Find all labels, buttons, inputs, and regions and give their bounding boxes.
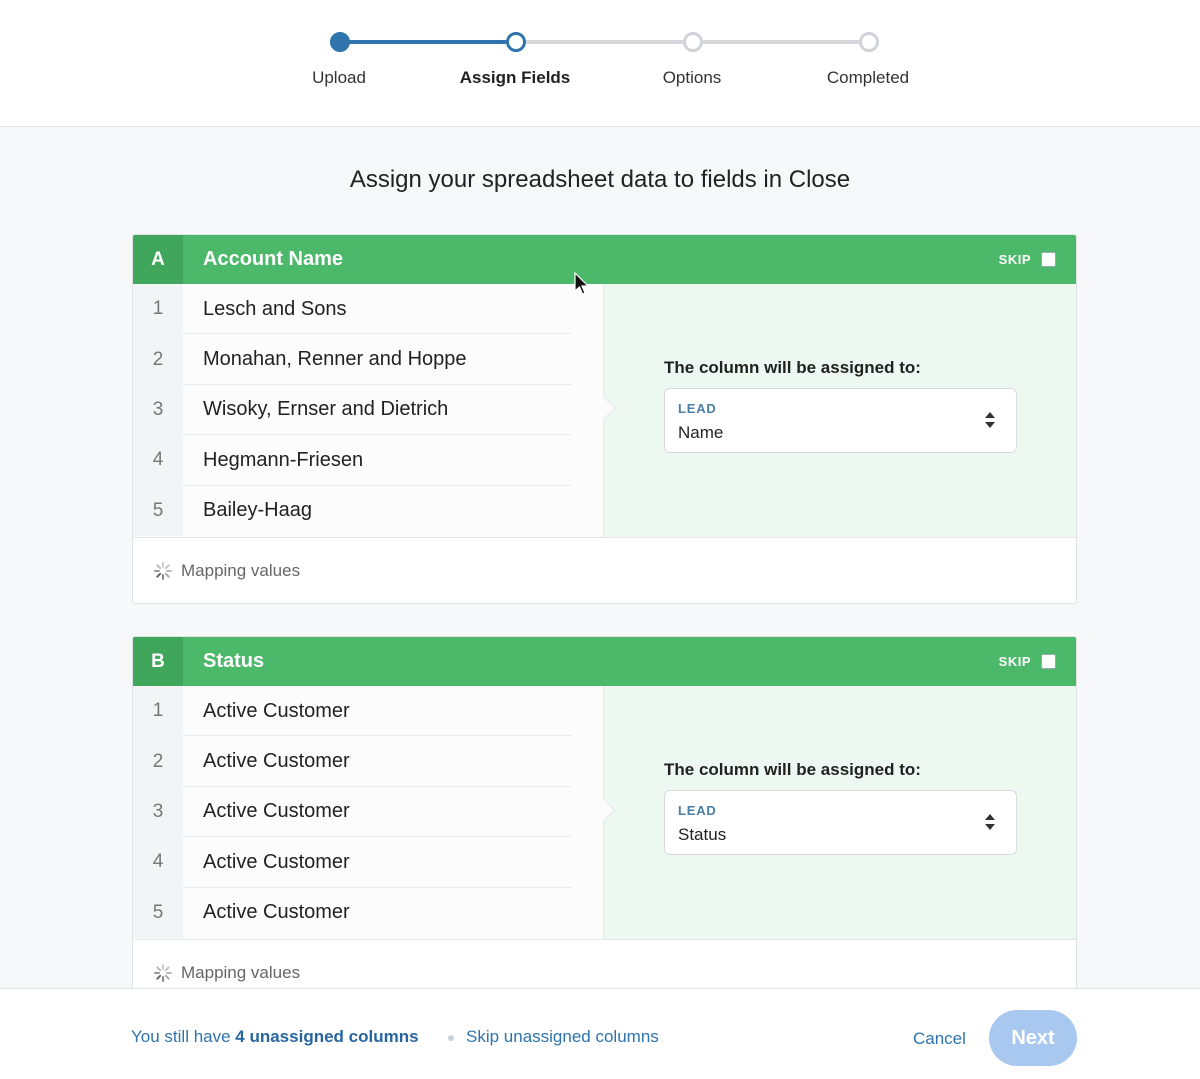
page-title: Assign your spreadsheet data to fields i… [349,166,851,193]
next-button[interactable]: Next [989,1010,1077,1066]
row-number: 3 [133,786,183,838]
sample-rows: 1 Active Customer 2 Active Customer 3 Activ… [133,686,616,939]
mapping-status: Mapping values [133,537,1076,603]
step-upload-dot [330,32,350,52]
row-value: Active Customer [203,750,350,773]
column-header: A Account Name SKIP [133,235,1076,284]
field-category: LEAD [678,401,717,416]
table-row: 1 Lesch and Sons [133,284,603,335]
row-number: 5 [133,887,183,938]
step-assign-fields-dot [506,32,526,52]
row-number: 2 [133,334,183,385]
row-number: 1 [133,686,183,737]
column-title: Status [203,650,265,672]
table-row: 5 Active Customer [133,887,603,938]
step-options-dot [683,32,703,52]
mapping-status-text: Mapping values [181,962,301,982]
sort-arrows-icon [985,412,995,428]
field-category: LEAD [678,803,717,818]
table-row: 2 Monahan, Renner and Hoppe [133,334,603,385]
footer-bar: You still have 4 unassigned columns Skip… [0,988,1200,1079]
row-value: Active Customer [203,901,350,924]
table-row: 4 Active Customer [133,837,603,888]
field-select[interactable]: LEAD Status [664,790,1017,855]
table-row: 3 Active Customer [133,786,603,838]
table-row: 5 Bailey-Haag [133,485,603,536]
unassigned-prefix: You still have [131,1027,236,1046]
assignment-panel: The column will be assigned to: LEAD Sta… [604,686,1076,939]
column-letter: A [133,235,183,284]
column-card-b: B Status SKIP 1 Active Customer 2 Active C… [132,636,1077,1006]
field-select[interactable]: LEAD Name [664,388,1017,453]
column-title: Account Name [203,248,344,270]
skip-toggle[interactable]: SKIP [999,637,1056,686]
row-value: Active Customer [203,699,350,722]
step-options-label: Options [662,68,722,87]
skip-label: SKIP [998,252,1031,267]
import-stepper: Upload Assign Fields Options Completed [0,0,1200,127]
row-value: Monahan, Renner and Hoppe [203,348,467,371]
row-number: 5 [133,485,183,536]
row-value: Hegmann-Friesen [203,448,364,471]
table-row: 1 Active Customer [133,686,603,737]
step-upload-label: Upload [312,68,366,87]
column-card-a: A Account Name SKIP 1 Lesch and Sons 2 Mon… [132,234,1077,604]
skip-label: SKIP [998,654,1031,669]
separator-dot [448,1035,454,1041]
sort-arrows-icon [985,814,995,830]
spinner-icon [154,561,172,580]
spinner-icon [154,963,172,982]
assign-label: The column will be assigned to: [664,760,921,779]
sample-rows: 1 Lesch and Sons 2 Monahan, Renner and Hop… [133,284,616,537]
skip-toggle[interactable]: SKIP [999,235,1056,284]
assignment-panel: The column will be assigned to: LEAD Nam… [604,284,1076,537]
skip-checkbox[interactable] [1041,252,1056,267]
mouse-cursor-icon [574,272,590,295]
row-value: Lesch and Sons [203,297,347,320]
row-number: 2 [133,736,183,787]
row-value: Active Customer [203,850,350,873]
field-value: Name [678,423,724,442]
row-value: Bailey-Haag [203,499,312,522]
column-header: B Status SKIP [133,637,1076,686]
step-completed-dot [859,32,879,52]
table-row: 3 Wisoky, Ernser and Dietrich [133,384,603,436]
table-row: 4 Hegmann-Friesen [133,435,603,486]
column-letter: B [133,637,183,686]
unassigned-notice: You still have 4 unassigned columns [131,1027,419,1047]
row-number: 4 [133,837,183,888]
skip-unassigned-link[interactable]: Skip unassigned columns [466,1027,659,1047]
unassigned-count-link[interactable]: 4 unassigned columns [235,1027,418,1046]
assign-label: The column will be assigned to: [664,358,921,377]
row-value: Active Customer [203,800,350,823]
skip-checkbox[interactable] [1041,654,1056,669]
row-value: Wisoky, Ernser and Dietrich [203,398,449,421]
step-assign-fields-label: Assign Fields [459,68,571,87]
step-completed-label: Completed [826,68,910,87]
row-number: 4 [133,435,183,486]
mapping-status-text: Mapping values [181,560,301,580]
table-row: 2 Active Customer [133,736,603,787]
row-number: 1 [133,284,183,335]
row-number: 3 [133,384,183,436]
stepper-progress-line [340,40,516,44]
cancel-button[interactable]: Cancel [913,1029,966,1049]
field-value: Status [678,825,727,844]
